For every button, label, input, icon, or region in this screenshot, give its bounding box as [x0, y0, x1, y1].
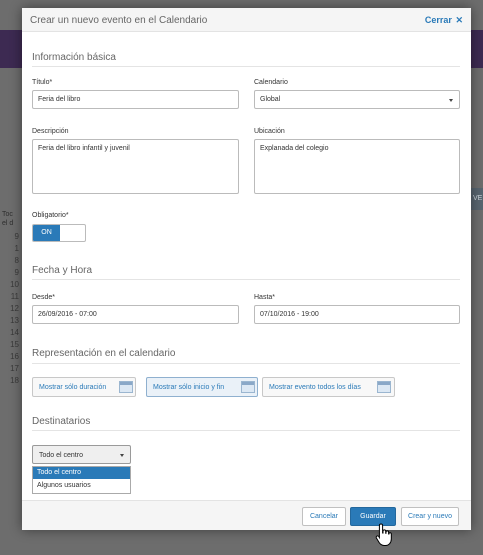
recipients-selected-value: Todo el centro	[39, 452, 83, 459]
background-row-number: 16	[10, 352, 19, 361]
from-datetime-value: 26/09/2016 - 07:00	[38, 311, 97, 318]
section-divider	[32, 430, 460, 431]
background-side-text: Toc el d	[2, 210, 13, 228]
section-title-representation: Representación en el calendario	[32, 348, 176, 359]
background-row-number: 15	[10, 340, 19, 349]
calendar-icon	[377, 381, 391, 393]
calendar-icon	[241, 381, 255, 393]
description-textarea[interactable]: Feria del libro infantil y juvenil	[32, 139, 239, 194]
background-row-numbers: 9 1 8 9 10 11 12 13 14 15 16 17 18	[0, 232, 22, 388]
recipients-dropdown-menu: Todo el centro Algunos usuarios	[32, 466, 131, 494]
show-duration-button[interactable]: Mostrar sólo duración	[32, 377, 136, 397]
calendar-select-value: Global	[260, 96, 281, 103]
create-event-modal: Crear un nuevo evento en el Calendario C…	[22, 8, 471, 530]
background-right-header-text: VE	[473, 195, 483, 202]
background-right-column	[470, 210, 483, 390]
section-divider	[32, 279, 460, 280]
to-datetime-value: 07/10/2016 - 19:00	[260, 311, 319, 318]
background-side-text-line: Toc	[2, 211, 13, 218]
show-start-end-label: Mostrar sólo inicio y fin	[153, 384, 225, 391]
from-datetime-input[interactable]: 26/09/2016 - 07:00	[32, 305, 239, 324]
section-title-recipients: Destinatarios	[32, 416, 91, 427]
background-row-number: 1	[14, 244, 19, 253]
calendar-select[interactable]: Global	[254, 90, 460, 109]
section-title-datetime: Fecha y Hora	[32, 265, 93, 276]
save-and-new-button[interactable]: Crear y nuevo	[401, 507, 459, 526]
close-label: Cerrar	[424, 15, 452, 25]
modal-footer: Cancelar Guardar Crear y nuevo	[22, 500, 471, 530]
background-row-number: 12	[10, 304, 19, 313]
mandatory-label: Obligatorio*	[32, 212, 69, 219]
background-row-number: 14	[10, 328, 19, 337]
show-all-days-label: Mostrar evento todos los días	[269, 384, 361, 391]
close-button[interactable]: Cerrar ✕	[425, 15, 463, 26]
chevron-down-icon	[120, 454, 124, 457]
background-row-number: 9	[14, 268, 19, 277]
from-label: Desde*	[32, 294, 55, 301]
dropdown-option-some-users[interactable]: Algunos usuarios	[33, 480, 130, 492]
modal-title: Crear un nuevo evento en el Calendario	[30, 15, 208, 26]
description-value: Feria del libro infantil y juvenil	[38, 145, 130, 152]
background-row-number: 18	[10, 376, 19, 385]
background-row-number: 13	[10, 316, 19, 325]
background-row-number: 11	[10, 292, 19, 301]
background-row-number: 8	[14, 256, 19, 265]
toggle-on-label: ON	[33, 225, 60, 241]
close-icon: ✕	[455, 15, 463, 25]
background-right-header: VE	[470, 188, 483, 210]
section-title-basic: Información básica	[32, 52, 116, 63]
background-side-text-line: el d	[2, 220, 14, 227]
recipients-dropdown[interactable]: Todo el centro	[32, 445, 131, 464]
background-row-number: 10	[10, 280, 19, 289]
hand-pointer-icon	[375, 523, 392, 546]
description-label: Descripción	[32, 128, 69, 135]
background-row-number: 17	[10, 364, 19, 373]
calendar-label: Calendario	[254, 79, 288, 86]
show-duration-label: Mostrar sólo duración	[39, 384, 107, 391]
section-divider	[32, 66, 460, 67]
dropdown-option-all-center[interactable]: Todo el centro	[33, 467, 130, 479]
section-divider	[32, 363, 460, 364]
calendar-icon	[119, 381, 133, 393]
show-all-days-button[interactable]: Mostrar evento todos los días	[262, 377, 395, 397]
to-datetime-input[interactable]: 07/10/2016 - 19:00	[254, 305, 460, 324]
to-label: Hasta*	[254, 294, 276, 301]
title-input[interactable]: Feria del libro	[32, 90, 239, 109]
location-value: Explanada del colegio	[260, 145, 329, 152]
chevron-down-icon	[449, 99, 453, 102]
modal-header: Crear un nuevo evento en el Calendario C…	[22, 8, 471, 32]
title-label: Título*	[32, 79, 53, 86]
show-start-end-button[interactable]: Mostrar sólo inicio y fin	[146, 377, 258, 397]
location-textarea[interactable]: Explanada del colegio	[254, 139, 460, 194]
mandatory-toggle[interactable]: ON	[32, 224, 86, 242]
title-input-value: Feria del libro	[38, 96, 81, 103]
background-row-number: 9	[14, 232, 19, 241]
cancel-button[interactable]: Cancelar	[302, 507, 346, 526]
location-label: Ubicación	[254, 128, 285, 135]
